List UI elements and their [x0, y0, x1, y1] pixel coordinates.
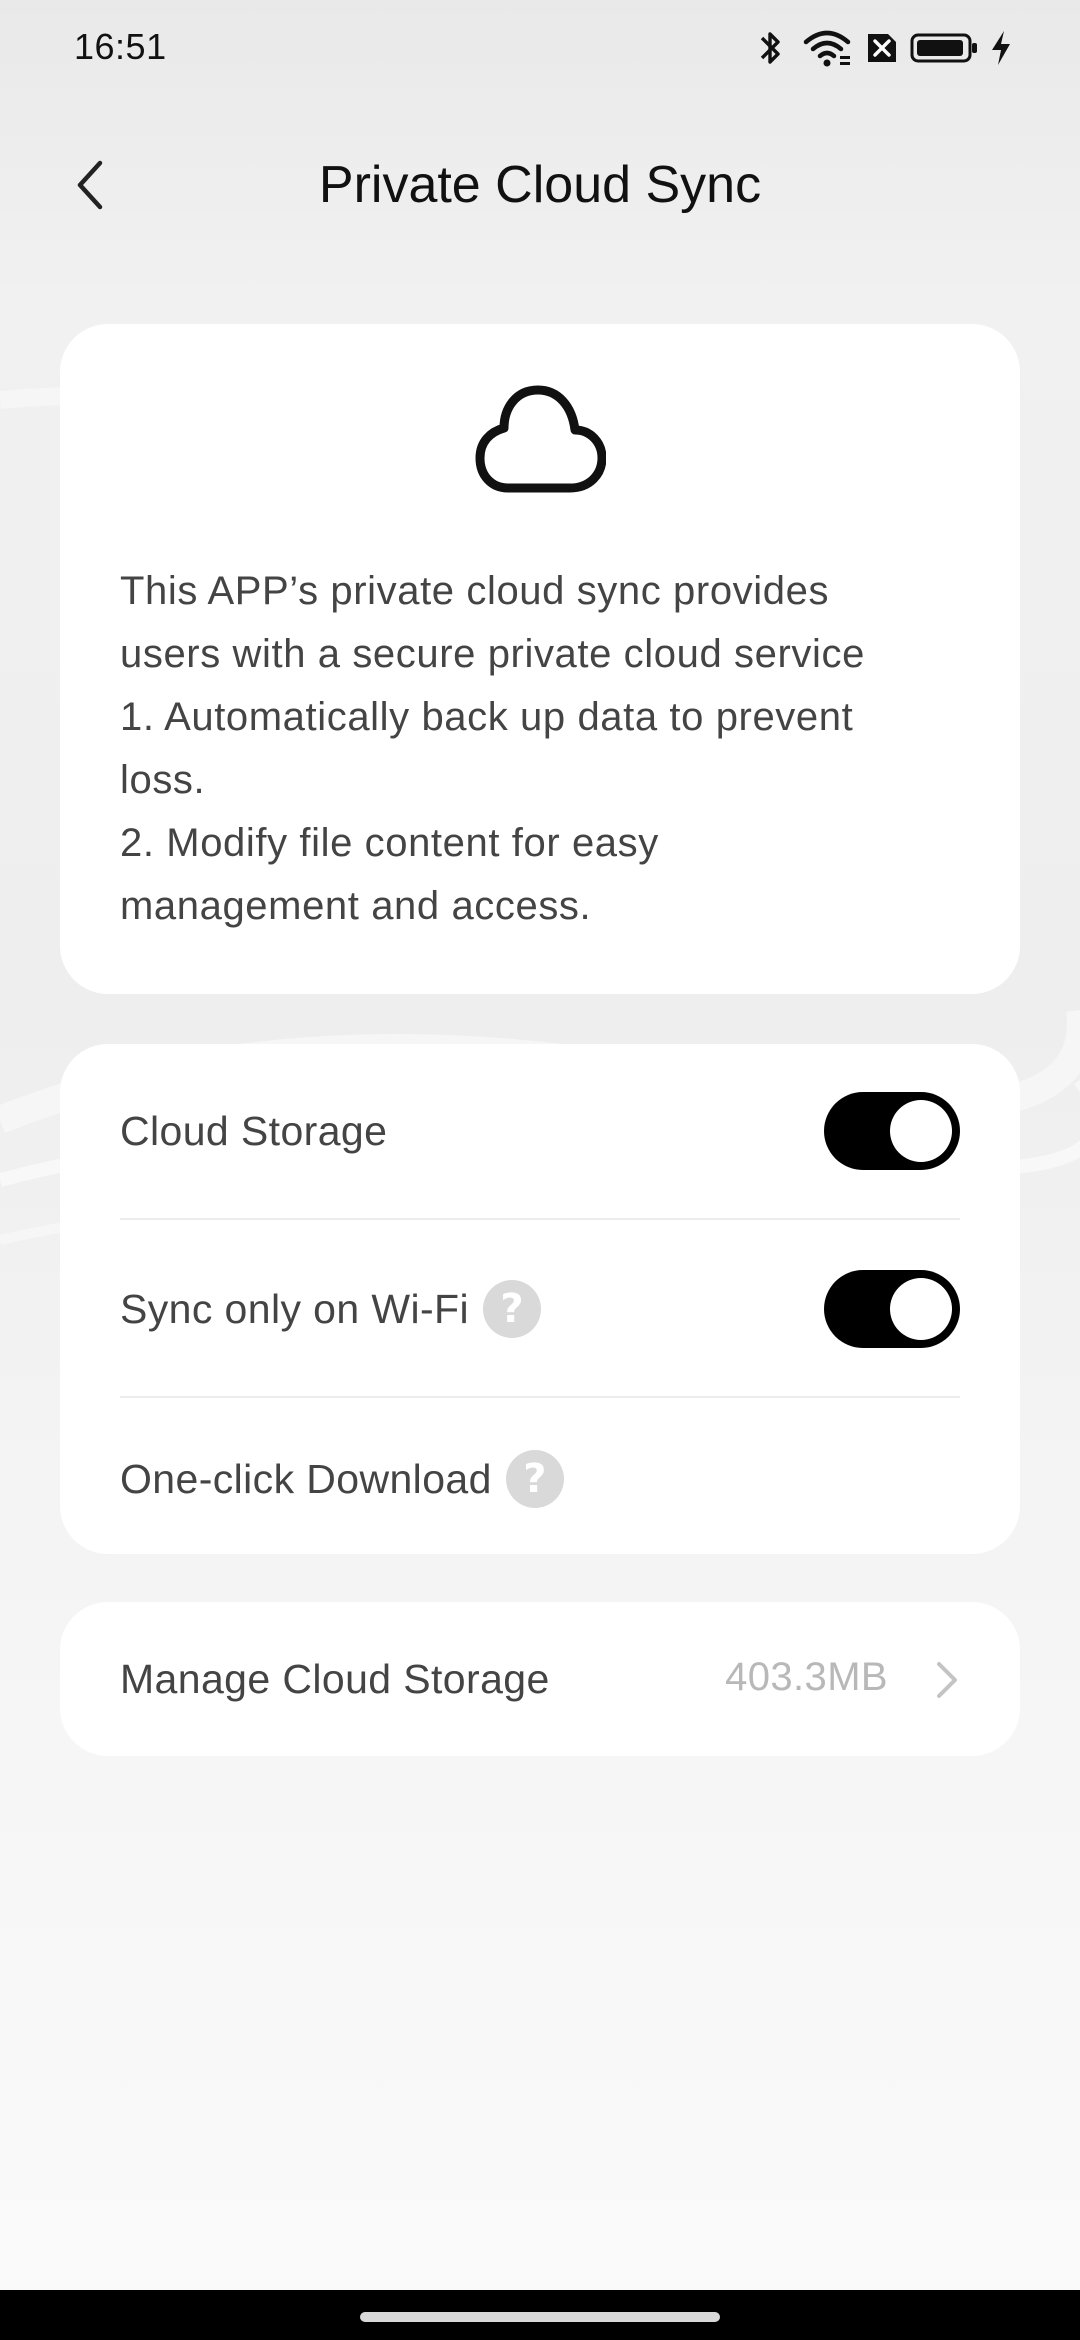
cloud-storage-label: Cloud Storage: [120, 1107, 388, 1154]
home-indicator[interactable]: [360, 2312, 720, 2322]
cloud-icon: [475, 385, 606, 493]
page-title: Private Cloud Sync: [318, 156, 762, 214]
top-bar: Private Cloud Sync: [0, 130, 1080, 240]
status-time: 16:51: [74, 26, 167, 67]
one-click-download-row[interactable]: One-click Download ?: [120, 1440, 960, 1518]
system-nav-bar: [0, 2290, 1080, 2340]
sync-wifi-label: Sync only on Wi-Fi: [120, 1285, 469, 1332]
info-line: 2. Modify file content for easy: [120, 821, 659, 865]
info-line: management and access.: [120, 884, 592, 928]
storage-size-value: 403.3MB: [725, 1655, 888, 1699]
sync-wifi-toggle[interactable]: [824, 1270, 960, 1348]
info-line: This APP’s private cloud sync provides: [120, 569, 830, 613]
toggle-knob: [890, 1278, 952, 1340]
help-icon[interactable]: ?: [505, 1450, 564, 1508]
manage-cloud-storage-row[interactable]: Manage Cloud Storage 403.3MB: [60, 1602, 1020, 1756]
divider: [120, 1396, 960, 1398]
status-icons: [758, 28, 1014, 68]
toggle-knob: [890, 1100, 952, 1162]
one-click-download-label: One-click Download: [120, 1455, 492, 1502]
bluetooth-icon: [760, 32, 780, 64]
help-icon[interactable]: ?: [482, 1280, 541, 1338]
chevron-right-icon: [937, 1662, 957, 1698]
info-line: users with a secure private cloud servic…: [120, 632, 865, 676]
wifi-icon: [803, 30, 851, 67]
charging-icon: [992, 31, 1010, 65]
info-text: This APP’s private cloud sync provides u…: [120, 560, 980, 938]
info-line: loss.: [120, 758, 206, 802]
status-bar: 16:51: [0, 0, 1080, 100]
manage-cloud-storage-label: Manage Cloud Storage: [120, 1655, 550, 1702]
sync-wifi-row: Sync only on Wi-Fi ?: [120, 1270, 960, 1348]
battery-icon: [910, 33, 977, 63]
cloud-storage-row: Cloud Storage: [120, 1092, 960, 1170]
info-line: 1. Automatically back up data to prevent: [120, 695, 854, 739]
sim-off-icon: [868, 34, 896, 62]
cloud-storage-toggle[interactable]: [824, 1092, 960, 1170]
divider: [120, 1218, 960, 1220]
settings-card: Cloud Storage Sync only on Wi-Fi ? One-c…: [60, 1044, 1020, 1554]
info-card: This APP’s private cloud sync provides u…: [60, 324, 1020, 994]
